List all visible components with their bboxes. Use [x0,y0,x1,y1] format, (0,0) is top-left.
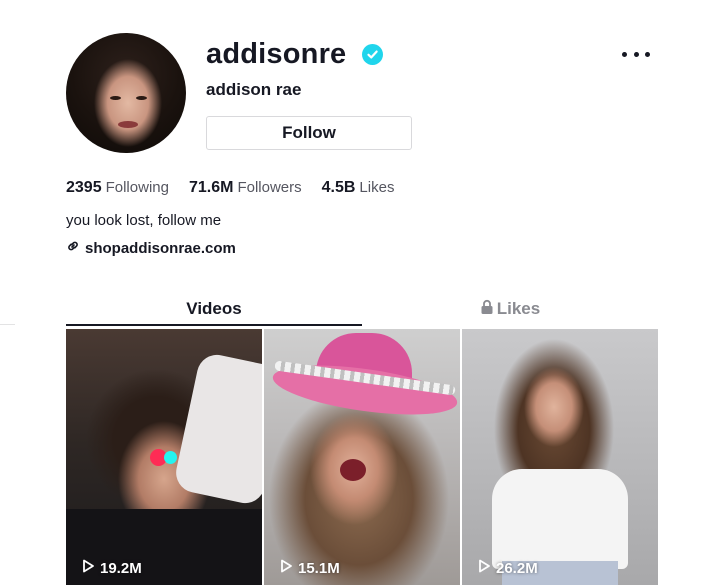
thumbnail-detail [492,469,628,569]
play-icon [280,559,293,577]
profile-link-text: shopaddisonrae.com [85,239,236,257]
display-name: addison rae [206,80,302,99]
stat-likes: 4.5B Likes [322,179,395,197]
profile-tabs: Videos Likes [66,294,658,326]
tiktok-dot-cyan [164,451,177,464]
profile-stats: 2395 Following 71.6M Followers 4.5B Likes [66,179,394,197]
stat-following[interactable]: 2395 Following [66,179,169,197]
stat-value: 2395 [66,179,102,196]
thumbnail-detail [340,459,366,481]
play-icon [478,559,491,577]
tab-videos[interactable]: Videos [66,294,362,324]
tab-likes-label: Likes [496,299,541,318]
view-count-text: 15.1M [298,559,340,577]
play-icon [82,559,95,577]
tab-likes[interactable]: Likes [362,294,658,324]
bio: you look lost, follow me [66,212,222,229]
avatar-detail [118,121,138,128]
view-count: 15.1M [280,559,340,577]
stat-label: Following [105,179,169,196]
video-card[interactable]: 15.1M [264,329,460,585]
divider [0,324,15,325]
view-count-text: 19.2M [100,559,142,577]
verified-check-icon [362,44,383,65]
avatar-detail [110,96,121,100]
stat-value: 71.6M [188,179,234,196]
stat-label: Followers [237,179,302,196]
more-horizontal-icon [622,51,627,57]
more-horizontal-icon [633,51,639,57]
video-card[interactable]: 19.2M [66,329,262,585]
thumbnail-detail [172,351,262,507]
avatar[interactable] [66,33,186,153]
view-count: 26.2M [478,559,538,577]
more-options-button[interactable] [622,44,650,64]
follow-button[interactable]: Follow [206,116,412,150]
stat-followers[interactable]: 71.6M Followers [189,179,302,197]
username: addisonre [206,38,347,70]
link-icon [66,239,80,257]
video-grid: 19.2M 15.1M 26.2M [66,329,658,585]
stat-label: Likes [359,179,395,196]
view-count: 19.2M [82,559,142,577]
active-tab-indicator [66,324,362,326]
profile-link[interactable]: shopaddisonrae.com [66,239,236,257]
view-count-text: 26.2M [496,559,538,577]
more-horizontal-icon [645,51,650,57]
avatar-detail [136,96,147,100]
video-card[interactable]: 26.2M [462,329,658,585]
lock-icon [480,299,494,320]
stat-value: 4.5B [321,179,356,196]
